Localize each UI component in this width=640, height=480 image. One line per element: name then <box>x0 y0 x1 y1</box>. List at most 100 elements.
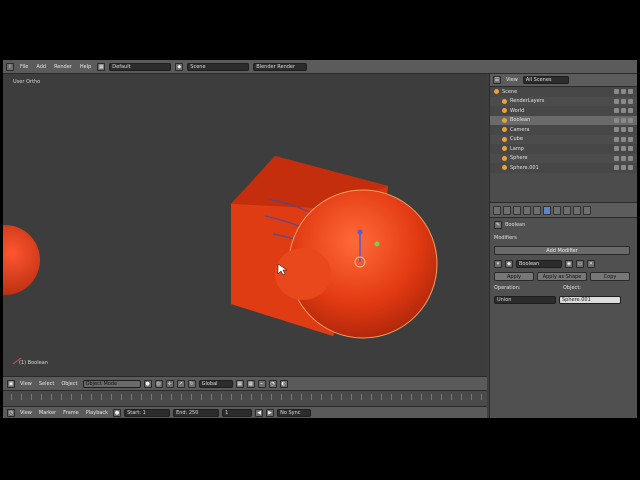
operation-select[interactable]: Union <box>494 295 556 304</box>
outliner-row[interactable]: Boolean <box>490 115 637 125</box>
transform-handle-z[interactable] <box>357 229 363 235</box>
modifiers-panel-title[interactable]: Modifiers <box>494 235 517 241</box>
scene-tab-icon[interactable] <box>503 205 511 215</box>
timeline[interactable] <box>3 390 487 407</box>
outliner-row[interactable]: Sphere <box>490 154 637 164</box>
layout-icon[interactable]: ▦ <box>97 62 106 71</box>
material-tab-icon[interactable] <box>563 205 571 215</box>
transform-handle-y[interactable] <box>374 241 380 247</box>
outliner-row[interactable]: Lamp <box>490 144 637 154</box>
timeline-editor-icon[interactable]: ◷ <box>7 408 15 417</box>
scene-icon[interactable]: ◆ <box>175 62 184 71</box>
physics-tab-icon[interactable] <box>583 205 591 215</box>
current-frame-field[interactable]: 1 <box>222 408 253 417</box>
layers-icon-2[interactable]: ▦ <box>246 379 255 388</box>
render-toggle-icon[interactable]: ◉ <box>565 259 573 268</box>
menu-tl-marker[interactable]: Marker <box>37 410 58 416</box>
outliner-view-menu[interactable]: View <box>504 77 520 83</box>
select-icon[interactable] <box>621 165 626 171</box>
eye-icon[interactable] <box>614 136 619 142</box>
menu-tl-frame[interactable]: Frame <box>61 410 81 416</box>
manipulator-icon[interactable]: ✛ <box>165 379 174 388</box>
select-icon[interactable] <box>621 98 626 104</box>
object-field[interactable]: Sphere.001 <box>559 295 621 304</box>
modifier-name-field[interactable]: Boolean <box>516 259 562 268</box>
render-icon[interactable] <box>628 136 633 142</box>
eye-icon[interactable] <box>614 146 619 152</box>
constraints-tab-icon[interactable] <box>533 205 541 215</box>
sync-select[interactable]: No Sync <box>277 408 312 417</box>
outliner-display-select[interactable]: All Scenes <box>522 76 569 84</box>
menu-render[interactable]: Render <box>52 64 74 70</box>
menu-help[interactable]: Help <box>78 64 93 70</box>
snap-icon[interactable]: ⌁ <box>257 379 266 388</box>
viewport-editor-icon[interactable]: ▣ <box>7 379 15 388</box>
outliner-row[interactable]: Camera <box>490 125 637 135</box>
render-icon[interactable] <box>628 98 633 104</box>
layers-icon[interactable]: ▦ <box>235 379 244 388</box>
eye-icon[interactable] <box>614 108 619 114</box>
menu-view[interactable]: View <box>18 381 34 387</box>
expand-icon[interactable]: ▾ <box>494 259 502 268</box>
add-modifier-button[interactable]: Add Modifier <box>494 246 630 255</box>
eye-icon[interactable] <box>614 155 619 161</box>
render-engine-select[interactable]: Blender Render <box>253 62 308 71</box>
start-frame-field[interactable]: Start: 1 <box>124 408 171 417</box>
select-icon[interactable] <box>621 89 626 95</box>
3d-viewport[interactable]: User Ortho (1) Boolean <box>3 74 487 376</box>
render-icon[interactable] <box>628 89 633 95</box>
close-icon[interactable]: ✕ <box>587 259 595 268</box>
modifiers-tab-icon[interactable] <box>543 205 551 215</box>
render-icon[interactable] <box>628 146 633 152</box>
viewport-canvas[interactable] <box>3 74 487 376</box>
scene-field[interactable]: Scene <box>187 62 250 71</box>
eye-icon[interactable] <box>614 117 619 123</box>
world-tab-icon[interactable] <box>513 205 521 215</box>
menu-tl-playback[interactable]: Playback <box>84 410 110 416</box>
menu-select[interactable]: Select <box>37 381 56 387</box>
sphere-partial-left[interactable] <box>3 225 40 295</box>
menu-add[interactable]: Add <box>34 64 48 70</box>
rotate-icon[interactable]: ↻ <box>187 379 196 388</box>
layout-field[interactable]: Default <box>109 62 172 71</box>
eye-icon[interactable] <box>614 89 619 95</box>
outliner-editor-icon[interactable]: ☰ <box>493 76 501 84</box>
play-icon[interactable]: ▶ <box>266 408 275 417</box>
select-icon[interactable] <box>621 155 626 161</box>
outliner-row[interactable]: Scene <box>490 87 637 97</box>
copy-button[interactable]: Copy <box>590 272 630 281</box>
apply-as-shape-button[interactable]: Apply as Shape <box>537 272 587 281</box>
outliner-row[interactable]: World <box>490 106 637 116</box>
mode-select[interactable]: Object Mode <box>82 379 141 388</box>
render-icon[interactable] <box>628 117 633 123</box>
proportional-icon[interactable]: ◔ <box>268 379 277 388</box>
render-tab-icon[interactable] <box>493 205 501 215</box>
pivot-icon[interactable]: ◎ <box>154 379 163 388</box>
outliner-row[interactable]: RenderLayers <box>490 97 637 107</box>
render-icon[interactable] <box>628 127 633 133</box>
eye-icon[interactable] <box>614 165 619 171</box>
apply-button[interactable]: Apply <box>494 272 534 281</box>
select-icon[interactable] <box>621 117 626 123</box>
select-icon[interactable] <box>621 108 626 114</box>
editor-type-icon[interactable]: i <box>6 62 14 71</box>
outliner-row[interactable]: Cube <box>490 135 637 145</box>
play-back-icon[interactable]: ◀ <box>255 408 264 417</box>
render-icon[interactable] <box>628 108 633 114</box>
translate-icon[interactable]: ↗ <box>176 379 185 388</box>
end-frame-field[interactable]: End: 250 <box>173 408 220 417</box>
record-icon[interactable]: ● <box>113 408 122 417</box>
select-icon[interactable] <box>621 127 626 133</box>
object-tab-icon[interactable] <box>523 205 531 215</box>
render-icon[interactable] <box>628 155 633 161</box>
viewport-toggle-icon[interactable]: ▭ <box>576 259 584 268</box>
menu-object[interactable]: Object <box>59 381 79 387</box>
outliner-row[interactable]: Sphere.001 <box>490 163 637 173</box>
eye-icon[interactable] <box>614 127 619 133</box>
orientation-select[interactable]: Global <box>198 379 233 388</box>
menu-tl-view[interactable]: View <box>18 410 34 416</box>
texture-tab-icon[interactable] <box>573 205 581 215</box>
select-icon[interactable] <box>621 136 626 142</box>
render-icon[interactable] <box>628 165 633 171</box>
eye-icon[interactable] <box>614 98 619 104</box>
